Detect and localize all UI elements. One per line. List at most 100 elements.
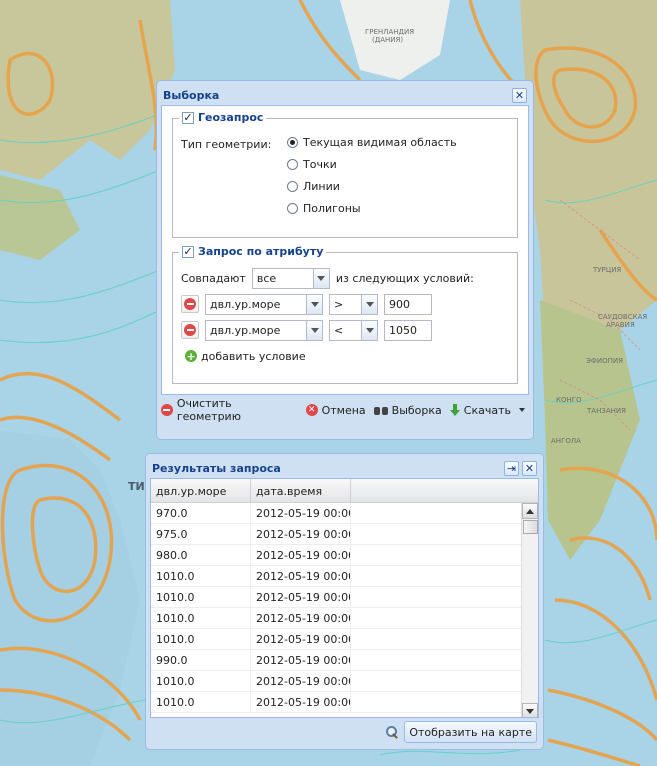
geometry-type-options: Текущая видимая область Точки Линии Поли…: [287, 131, 457, 219]
table-cell: 990.0: [151, 650, 251, 670]
geo-query-title: Геозапрос: [198, 111, 264, 124]
chevron-down-icon[interactable]: [312, 268, 329, 288]
table-row[interactable]: 990.0 2012-05-19 00:00: [151, 650, 538, 671]
clear-geometry-label: Очистить геометрию: [176, 397, 241, 423]
results-window-title: Результаты запроса: [152, 461, 281, 475]
table-cell: 1010.0: [151, 587, 251, 607]
query-window-title: Выборка: [163, 88, 220, 102]
remove-condition-button[interactable]: [181, 295, 199, 313]
radio-icon[interactable]: [287, 158, 298, 170]
match-select[interactable]: все: [251, 267, 330, 289]
add-condition-button[interactable]: + добавить условие: [181, 343, 509, 369]
scroll-up-button[interactable]: [522, 503, 538, 519]
table-row[interactable]: 1010.0 2012-05-19 00:00: [151, 692, 538, 713]
radio-selected-icon[interactable]: [287, 136, 298, 148]
condition-operator-value: <: [334, 323, 344, 337]
table-cell: 970.0: [151, 503, 251, 523]
geometry-option-polygons[interactable]: Полигоны: [287, 197, 457, 219]
query-window-body: ✓ Геозапрос Тип геометрии: Текущая видим…: [161, 105, 529, 395]
geo-query-checkbox[interactable]: ✓: [182, 111, 194, 124]
table-cell: 2012-05-19 00:00: [251, 608, 351, 628]
close-icon[interactable]: ✕: [522, 460, 537, 476]
attribute-query-title: Запрос по атрибуту: [198, 245, 324, 258]
geometry-option-visible-area[interactable]: Текущая видимая область: [287, 131, 457, 153]
geometry-option-label: Текущая видимая область: [303, 135, 457, 149]
chevron-up-icon: [526, 508, 534, 514]
condition-field-select[interactable]: двл.ур.море: [205, 319, 323, 341]
select-label: Выборка: [391, 403, 442, 417]
geometry-option-points[interactable]: Точки: [287, 153, 457, 175]
chevron-down-icon: [526, 708, 534, 714]
table-cell: 2012-05-19 00:00: [251, 587, 351, 607]
grid-rows: 970.0 2012-05-19 00:00 975.0 2012-05-19 00…: [151, 503, 538, 713]
chevron-down-icon[interactable]: [306, 320, 322, 340]
table-row[interactable]: 1010.0 2012-05-19 00:00: [151, 566, 538, 587]
magnifier-icon: [386, 726, 398, 738]
scroll-down-button[interactable]: [522, 703, 538, 717]
radio-icon[interactable]: [287, 180, 298, 192]
condition-operator-select[interactable]: >: [329, 293, 378, 315]
query-window: Выборка ✕ ✓ Геозапрос Тип геометрии: Тек…: [156, 80, 534, 440]
geometry-type-label: Тип геометрии:: [181, 138, 272, 151]
download-button[interactable]: Скачать: [449, 403, 525, 417]
geometry-option-label: Точки: [303, 157, 337, 171]
results-window-header[interactable]: Результаты запроса ⇥ ✕: [150, 458, 539, 478]
query-window-header[interactable]: Выборка ✕: [161, 85, 529, 105]
show-on-map-button[interactable]: Отобразить на карте: [404, 721, 537, 743]
map-label: (ДАНИЯ): [372, 36, 404, 44]
table-cell: 1010.0: [151, 629, 251, 649]
vertical-scrollbar[interactable]: [521, 503, 538, 717]
table-row[interactable]: 1010.0 2012-05-19 00:00: [151, 629, 538, 650]
attribute-query-fieldset: ✓ Запрос по атрибуту Совпадают все из сл…: [172, 245, 518, 384]
table-cell: 2012-05-19 00:00: [251, 524, 351, 544]
minus-icon: [184, 298, 196, 310]
condition-field-value: двл.ур.море: [210, 297, 281, 311]
condition-value-input[interactable]: 900: [384, 293, 432, 315]
table-cell: 1010.0: [151, 566, 251, 586]
table-row[interactable]: 975.0 2012-05-19 00:00: [151, 524, 538, 545]
geometry-option-lines[interactable]: Линии: [287, 175, 457, 197]
table-cell: 1010.0: [151, 692, 251, 712]
remove-condition-button[interactable]: [181, 321, 199, 339]
geo-query-legend: ✓ Геозапрос: [179, 111, 267, 124]
condition-value-input[interactable]: 1050: [384, 319, 432, 341]
cancel-button[interactable]: ✕ Отмена: [305, 404, 366, 417]
match-label: Совпадают: [181, 271, 246, 285]
table-row[interactable]: 1010.0 2012-05-19 00:00: [151, 608, 538, 629]
condition-row: двл.ур.море < 1050: [181, 317, 509, 343]
table-row[interactable]: 970.0 2012-05-19 00:00: [151, 503, 538, 524]
column-header[interactable]: дата.время: [251, 479, 351, 502]
map-label: КОНГО: [556, 396, 582, 404]
table-cell: 1010.0: [151, 608, 251, 628]
column-header[interactable]: двл.ур.море: [151, 479, 251, 502]
scrollbar-thumb[interactable]: [523, 520, 538, 534]
minus-icon: [184, 324, 196, 336]
condition-operator-value: >: [334, 297, 344, 311]
chevron-down-icon[interactable]: [361, 294, 377, 314]
attribute-query-legend: ✓ Запрос по атрибуту: [179, 245, 327, 258]
close-icon[interactable]: ✕: [512, 87, 527, 103]
map-label: САУДОВСКАЯ: [598, 313, 648, 321]
chevron-down-icon[interactable]: [361, 320, 377, 340]
clear-geometry-button[interactable]: Очистить геометрию: [161, 397, 298, 423]
condition-field-select[interactable]: двл.ур.море: [205, 293, 323, 315]
chevron-down-icon[interactable]: [519, 408, 525, 412]
table-cell: 2012-05-19 00:00: [251, 545, 351, 565]
map-label: ЭФИОПИЯ: [586, 357, 624, 365]
radio-icon[interactable]: [287, 202, 298, 214]
select-button[interactable]: Выборка: [373, 403, 442, 417]
download-label: Скачать: [463, 403, 511, 417]
condition-operator-select[interactable]: <: [329, 319, 378, 341]
chevron-down-icon[interactable]: [306, 294, 322, 314]
table-row[interactable]: 1010.0 2012-05-19 00:00: [151, 671, 538, 692]
map-label: АРАВИЯ: [606, 321, 635, 329]
map-label: ТИ: [128, 480, 145, 493]
query-window-footer: Очистить геометрию ✕ Отмена Выборка Скач…: [161, 395, 529, 425]
table-row[interactable]: 1010.0 2012-05-19 00:00: [151, 587, 538, 608]
attribute-query-checkbox[interactable]: ✓: [182, 245, 194, 258]
binoculars-icon: [373, 405, 388, 415]
pin-icon[interactable]: ⇥: [504, 460, 519, 476]
table-row[interactable]: 980.0 2012-05-19 00:00: [151, 545, 538, 566]
results-footer: Отобразить на карте: [150, 718, 539, 746]
table-cell: 2012-05-19 00:00: [251, 503, 351, 523]
